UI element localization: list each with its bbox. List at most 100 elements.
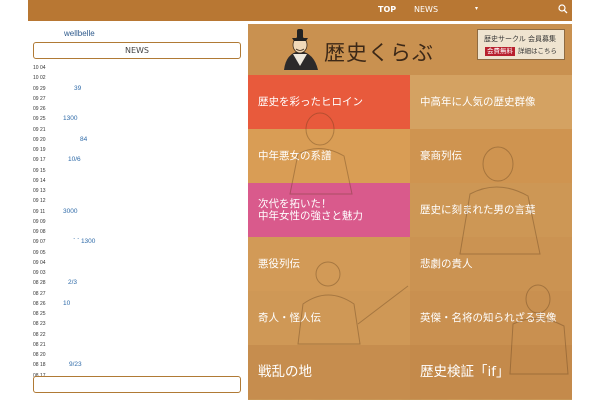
logo-text: 歴史くらぶ	[324, 41, 434, 65]
category-tile-label: 歴史を彩ったヒロイン	[258, 96, 363, 108]
news-item[interactable]: 09 21	[33, 125, 243, 135]
news-item[interactable]: 09 20 84	[33, 135, 243, 145]
category-tile[interactable]: 歴史に刻まれた男の言葉	[410, 183, 572, 237]
news-date: 09 07	[33, 239, 46, 246]
news-title-link[interactable]: 9/23	[69, 360, 82, 370]
news-date: 08 26	[33, 300, 46, 307]
news-date: 09 13	[33, 188, 46, 194]
news-item[interactable]: 08 20	[33, 350, 243, 360]
news-item[interactable]: 08 18 9/23	[33, 360, 243, 370]
news-item[interactable]: 08 27	[33, 289, 243, 299]
category-tile-label: 次代を拓いた！ 中年女性の強さと魅力	[258, 198, 363, 222]
news-title-link[interactable]: ˊ ˊ 1300	[73, 237, 95, 247]
site-name[interactable]: wellbelle	[64, 29, 95, 38]
news-list: 10 04 10 02 09 29 39 09 27 09 26 09 25 1300 09 2…	[33, 63, 243, 381]
category-tile-label: 英傑・名将の知られざる実像	[420, 312, 557, 324]
news-item[interactable]: 09 17 10/6	[33, 155, 243, 165]
news-item[interactable]: 09 15	[33, 166, 243, 176]
news-title-link[interactable]: 1300	[63, 114, 77, 124]
nav-news-link[interactable]: NEWS	[414, 5, 438, 14]
category-tile[interactable]: 中年悪女の系譜	[248, 129, 410, 183]
category-tile-label: 奇人・怪人伝	[258, 312, 321, 324]
news-date: 09 17	[33, 157, 46, 164]
news-date: 09 08	[33, 229, 46, 235]
category-tile[interactable]: 悪役列伝	[248, 237, 410, 291]
news-date: 09 21	[33, 126, 46, 133]
details-link[interactable]: 詳細はこちら	[518, 47, 557, 56]
news-item[interactable]: 08 21	[33, 340, 243, 350]
news-date: 09 27	[33, 95, 46, 102]
news-item[interactable]: 09 29 39	[33, 84, 243, 94]
category-tile[interactable]: 悲劇の貴人	[410, 237, 572, 291]
news-title-link[interactable]: 3000	[63, 207, 77, 217]
news-item[interactable]: 08 25	[33, 309, 243, 319]
news-date: 08 28	[33, 280, 46, 287]
news-date: 09 19	[33, 147, 46, 153]
news-date: 09 20	[33, 136, 46, 143]
member-recruit-banner[interactable]: 歴史サークル 会員募集 会費無料 詳細はこちら	[477, 29, 565, 60]
news-item[interactable]: 08 28 2/3	[33, 278, 243, 288]
news-item[interactable]: 08 23	[33, 319, 243, 329]
news-date: 09 04	[33, 259, 46, 266]
news-item[interactable]: 09 26	[33, 104, 243, 114]
news-item[interactable]: 08 22	[33, 330, 243, 340]
category-tile[interactable]: 歴史検証「if」	[410, 345, 572, 399]
news-item[interactable]: 08 26 10	[33, 299, 243, 309]
news-date: 09 26	[33, 106, 46, 112]
history-club-panel: 歴史くらぶ 歴史サークル 会員募集 会費無料 詳細はこちら 歴史を彩ったヒロイン…	[248, 24, 572, 400]
news-date: 08 27	[33, 290, 46, 297]
news-item[interactable]: 09 19	[33, 145, 243, 155]
news-item[interactable]: 09 27	[33, 94, 243, 104]
category-tile-label: 中高年に人気の歴史群像	[420, 96, 536, 108]
news-date: 08 21	[33, 341, 46, 348]
news-date: 09 29	[33, 85, 46, 92]
news-title-link[interactable]: 2/3	[68, 278, 77, 288]
news-title-link[interactable]: 84	[80, 135, 87, 145]
news-item[interactable]: 09 03	[33, 268, 243, 278]
news-item[interactable]: 09 07 ˊ ˊ 1300	[33, 237, 243, 247]
news-heading: NEWS	[33, 42, 241, 59]
news-date: 09 11	[33, 208, 46, 215]
news-date: 08 25	[33, 311, 46, 317]
empty-box[interactable]	[33, 376, 241, 393]
category-tile-label: 歴史検証「if」	[420, 363, 510, 380]
news-title-link[interactable]: 10	[63, 299, 70, 309]
news-item[interactable]: 09 14	[33, 176, 243, 186]
news-date: 09 09	[33, 218, 46, 225]
news-item[interactable]: 09 11 3000	[33, 207, 243, 217]
news-date: 09 25	[33, 116, 46, 123]
category-tile[interactable]: 次代を拓いた！ 中年女性の強さと魅力	[248, 183, 410, 237]
news-item[interactable]: 09 12	[33, 196, 243, 206]
news-title-link[interactable]: 10/6	[68, 155, 81, 165]
news-date: 08 22	[33, 331, 46, 338]
category-tile[interactable]: 奇人・怪人伝	[248, 291, 410, 345]
recruit-title: 歴史サークル 会員募集	[484, 35, 557, 43]
news-item[interactable]: 09 09	[33, 217, 243, 227]
news-date: 09 03	[33, 270, 46, 276]
news-item[interactable]: 10 02	[33, 73, 243, 83]
category-tile[interactable]: 英傑・名将の知られざる実像	[410, 291, 572, 345]
category-tile[interactable]: 歴史を彩ったヒロイン	[248, 75, 410, 129]
news-item[interactable]: 09 04	[33, 258, 243, 268]
news-item[interactable]: 09 13	[33, 186, 243, 196]
nav-top-link[interactable]: TOP	[378, 5, 396, 14]
category-tile-label: 戦乱の地	[258, 363, 312, 380]
category-tile[interactable]: 豪商列伝	[410, 129, 572, 183]
news-item[interactable]: 09 25 1300	[33, 114, 243, 124]
top-nav-bar: TOP NEWS ▾	[28, 0, 572, 21]
news-date: 08 20	[33, 352, 46, 358]
category-tile-label: 中年悪女の系譜	[258, 150, 332, 162]
category-tile[interactable]: 中高年に人気の歴史群像	[410, 75, 572, 129]
news-date: 10 04	[33, 65, 46, 71]
news-item[interactable]: 10 04	[33, 63, 243, 73]
search-icon[interactable]	[557, 3, 569, 15]
category-tile[interactable]: 戦乱の地	[248, 345, 410, 399]
chevron-down-icon[interactable]: ▾	[475, 5, 478, 12]
category-tile-label: 悪役列伝	[258, 258, 300, 270]
site-logo[interactable]: 歴史くらぶ	[276, 26, 456, 72]
news-item[interactable]: 09 08	[33, 227, 243, 237]
news-date: 09 05	[33, 249, 46, 256]
news-date: 10 02	[33, 75, 46, 82]
news-title-link[interactable]: 39	[74, 84, 81, 94]
news-item[interactable]: 09 05	[33, 248, 243, 258]
